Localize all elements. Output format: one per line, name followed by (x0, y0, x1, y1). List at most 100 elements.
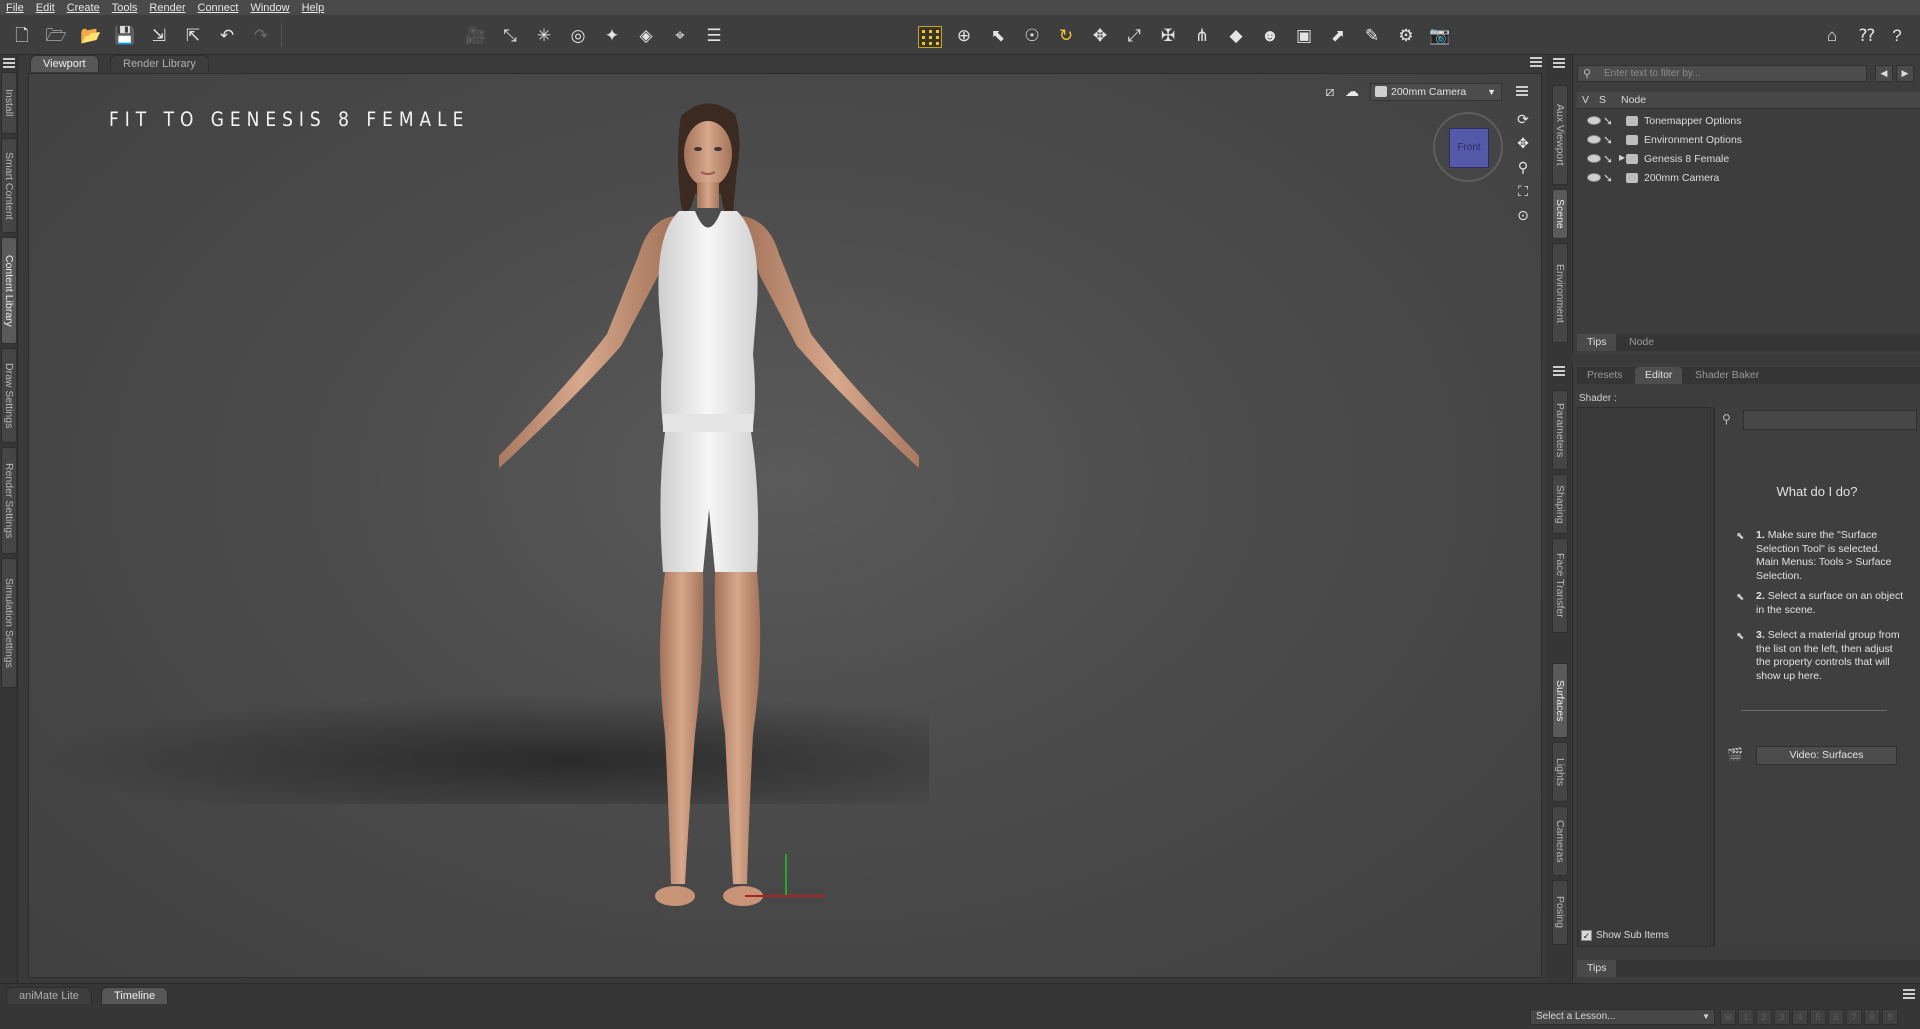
tab-aux-viewport[interactable]: Aux Viewport (1552, 85, 1568, 185)
tab-posing[interactable]: Posing (1552, 880, 1568, 945)
create-group-icon[interactable]: ☰ (702, 23, 726, 47)
merge-scene-icon[interactable]: 📂 (79, 23, 103, 47)
lesson-step-button[interactable]: 4 (1792, 1009, 1808, 1025)
lesson-step-button[interactable]: 6 (1828, 1009, 1844, 1025)
column-visible[interactable]: V (1582, 94, 1589, 106)
home-icon[interactable]: ⌂ (1820, 23, 1844, 47)
eye-icon[interactable] (1587, 116, 1601, 125)
scene-node-row[interactable]: ➘ 200mm Camera (1577, 170, 1920, 188)
active-pose-icon[interactable]: ☻ (1258, 23, 1282, 47)
lesson-step-button[interactable]: 1 (1738, 1009, 1754, 1025)
create-null-icon[interactable]: ⌖ (668, 23, 692, 47)
scale-tool-icon[interactable]: ⤢ (1122, 23, 1146, 47)
help-icon[interactable]: ? (1885, 23, 1909, 47)
previous-icon[interactable]: ◀ (1875, 65, 1893, 82)
next-icon[interactable]: ▶ (1896, 65, 1914, 82)
tab-presets[interactable]: Presets (1577, 367, 1633, 384)
tab-install[interactable]: Install (1, 72, 17, 134)
menu-create[interactable]: Create (67, 2, 100, 14)
eye-icon[interactable] (1587, 135, 1601, 144)
translate-tool-icon[interactable]: ✥ (1088, 23, 1112, 47)
viewport-aspect-icon[interactable]: ⧄ (1321, 82, 1339, 100)
create-camera-icon[interactable]: 🎥 (464, 23, 488, 47)
select-arrow-icon[interactable]: ➘ (1603, 114, 1613, 128)
scene-filter-input[interactable]: ⚲ Enter text to filter by... (1577, 65, 1867, 82)
rotate-tool-icon[interactable]: ↻ (1054, 23, 1078, 47)
tab-tips[interactable]: Tips (1577, 960, 1617, 977)
tab-lights[interactable]: Lights (1552, 742, 1568, 802)
geometry-editor-icon[interactable]: ◆ (1224, 23, 1248, 47)
tab-parameters[interactable]: Parameters (1552, 390, 1568, 470)
select-arrow-icon[interactable]: ➘ (1603, 171, 1613, 185)
menu-tools[interactable]: Tools (112, 2, 138, 14)
expand-arrow-icon[interactable]: ▶ (1619, 153, 1625, 162)
video-surfaces-button[interactable]: Video: Surfaces (1756, 746, 1897, 765)
material-group-list[interactable] (1577, 407, 1711, 947)
spot-render-icon[interactable]: ▣ (1292, 23, 1316, 47)
eye-icon[interactable] (1587, 154, 1601, 163)
view-cube[interactable]: Front (1433, 112, 1503, 182)
menu-render[interactable]: Render (149, 2, 185, 14)
menu-file[interactable]: File (6, 2, 24, 14)
save-icon[interactable]: 💾 (113, 23, 137, 47)
tab-shader-baker[interactable]: Shader Baker (1685, 367, 1769, 384)
undo-icon[interactable]: ↶ (215, 23, 239, 47)
tab-shaping[interactable]: Shaping (1552, 474, 1568, 534)
joint-editor-icon[interactable]: ⋔ (1190, 23, 1214, 47)
create-distant-light-icon[interactable]: ◎ (566, 23, 590, 47)
orbit-camera-icon[interactable]: ⟳ (1514, 110, 1532, 128)
pane-menu-icon[interactable] (1553, 58, 1565, 68)
checkmark-icon[interactable]: ✓ (1581, 930, 1592, 941)
tab-editor[interactable]: Editor (1635, 367, 1683, 384)
tab-render-library[interactable]: Render Library (110, 55, 209, 72)
select-arrow-icon[interactable]: ➘ (1603, 133, 1613, 147)
property-search-input[interactable] (1743, 410, 1917, 430)
import-icon[interactable]: ⇲ (147, 23, 171, 47)
universal-tool-icon[interactable]: ✠ (1156, 23, 1180, 47)
redo-icon[interactable]: ↷ (249, 23, 273, 47)
menu-connect[interactable]: Connect (198, 2, 239, 14)
render-settings-icon[interactable]: ⚙ (1394, 23, 1418, 47)
viewport[interactable]: FIT TO GENESIS 8 FEMALE ⧄ ☁ 200mm Camera… (28, 73, 1542, 978)
export-icon[interactable]: ⇱ (181, 23, 205, 47)
column-selectable[interactable]: S (1599, 94, 1606, 106)
viewport-grid-icon[interactable] (918, 26, 942, 48)
lesson-step-button[interactable]: 3 (1774, 1009, 1790, 1025)
tab-tips[interactable]: Tips (1577, 334, 1617, 351)
camera-select[interactable]: 200mm Camera ▼ (1370, 83, 1502, 101)
tab-timeline[interactable]: Timeline (101, 987, 169, 1004)
show-sub-items-checkbox[interactable]: ✓ Show Sub Items (1581, 930, 1669, 941)
tab-viewport[interactable]: Viewport (30, 55, 99, 72)
pane-menu-icon[interactable] (3, 58, 15, 68)
new-scene-icon[interactable]: 🗋 (10, 23, 34, 47)
lesson-step-button[interactable]: 5 (1810, 1009, 1826, 1025)
tab-render-settings[interactable]: Render Settings (1, 447, 17, 554)
tab-face-transfer[interactable]: Face Transfer (1552, 538, 1568, 633)
region-navigator-icon[interactable]: ⬈ (1326, 23, 1350, 47)
pane-menu-icon[interactable] (1553, 366, 1565, 376)
reset-camera-icon[interactable]: ⊙ (1514, 206, 1532, 224)
frame-camera-icon[interactable]: ⛶ (1514, 182, 1532, 200)
tab-smart-content[interactable]: Smart Content (1, 138, 17, 233)
create-spotlight-icon[interactable]: ⤡ (498, 23, 522, 47)
render-icon[interactable]: 📷 (1428, 23, 1452, 47)
node-selection-icon[interactable]: ⊕ (952, 23, 976, 47)
figure-genesis-8-female[interactable] (499, 94, 919, 978)
create-primitive-icon[interactable]: ◈ (634, 23, 658, 47)
lesson-step-button[interactable]: 2 (1756, 1009, 1772, 1025)
tab-draw-settings[interactable]: Draw Settings (1, 348, 17, 443)
tab-simulation-settings[interactable]: Simulation Settings (1, 558, 17, 688)
viewport-menu-icon[interactable] (1516, 86, 1528, 96)
pane-menu-icon[interactable] (1530, 57, 1542, 67)
tab-content-library[interactable]: Content Library (1, 237, 17, 344)
tab-environment[interactable]: Environment (1552, 243, 1568, 343)
eye-icon[interactable] (1587, 173, 1601, 182)
tab-scene[interactable]: Scene (1552, 189, 1568, 239)
pan-camera-icon[interactable]: ✥ (1514, 134, 1532, 152)
scene-node-row[interactable]: ➘ Environment Options (1577, 132, 1920, 150)
lesson-step-button[interactable]: 8 (1864, 1009, 1880, 1025)
viewport-draw-style-icon[interactable]: ☁ (1343, 82, 1361, 100)
whats-this-icon[interactable]: ⁇ (1855, 23, 1879, 47)
lesson-select[interactable]: Select a Lesson... ▼ (1530, 1009, 1715, 1025)
tab-surfaces[interactable]: Surfaces (1552, 663, 1568, 738)
